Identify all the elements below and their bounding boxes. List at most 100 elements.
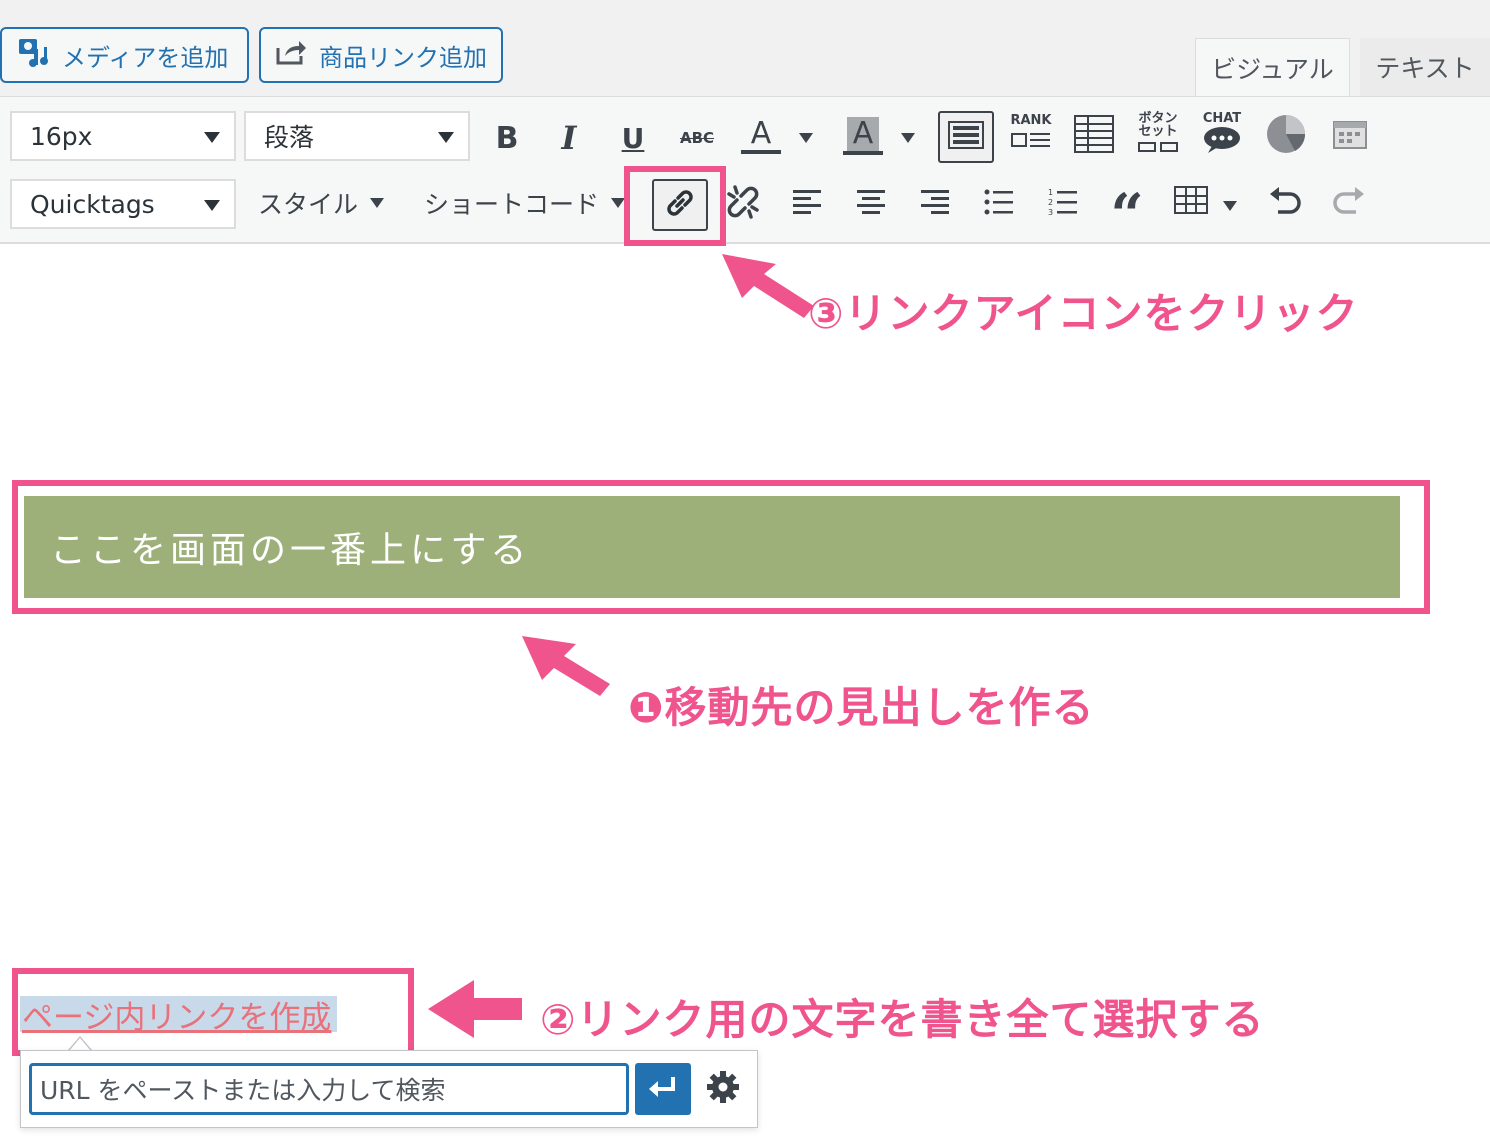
popup-pointer-inner [70,1038,90,1050]
pie-chart-icon [1265,113,1307,159]
svg-text:3: 3 [1048,208,1053,217]
chat-label: CHAT [1202,110,1242,126]
svg-text:1: 1 [1048,188,1053,197]
add-media-button[interactable]: メディアを追加 [0,27,249,83]
toolbar-toggle-button[interactable] [938,111,994,163]
bullet-list-button[interactable] [976,181,1022,227]
format-value: 段落 [264,123,315,152]
rank-label: RANK [1010,113,1052,128]
undo-icon [1268,186,1302,222]
heading-block[interactable]: ここを画面の一番上にする [24,496,1400,598]
keyboard-icon [948,120,984,154]
chevron-down-icon [1223,201,1237,211]
editor-toolbar: 16px 段落 B I U ABC A A RANK ボタン セット CHAT … [0,96,1490,244]
step2-annotation: ②リンク用の文字を書き全て選択する [540,995,1265,1044]
shortcode-menu[interactable]: ショートコード [424,185,626,221]
add-product-link-label: 商品リンク追加 [319,43,487,72]
step3-arrow-icon [718,250,818,326]
underline-icon: U [621,121,645,155]
table-list-button[interactable] [1070,113,1118,159]
apply-link-button[interactable] [635,1063,691,1115]
chevron-down-icon [370,198,385,208]
bullet-list-icon [984,188,1014,220]
quicktags-select[interactable]: Quicktags [10,179,236,229]
bg-color-dropdown[interactable] [888,115,928,161]
tab-text[interactable]: テキスト [1360,38,1490,96]
italic-icon: I [561,119,577,157]
strikethrough-icon: ABC [679,129,715,147]
style-menu-label: スタイル [258,190,359,219]
numbered-list-icon: 1 2 3 [1048,187,1078,221]
text-color-icon: A [750,116,772,151]
step1-arrow-icon [518,632,612,704]
style-menu[interactable]: スタイル [258,185,385,221]
rank-button[interactable]: RANK [1006,111,1056,157]
button-set-label-1: ボタン [1138,110,1178,126]
quote-icon: “ [1110,181,1144,249]
button-set-icon [1137,138,1179,157]
chevron-down-icon [438,132,454,143]
editor-top-bar: メディアを追加 商品リンク追加 ビジュアル テキスト [0,0,1490,96]
calendar-icon [1332,118,1368,154]
blockquote-button[interactable]: “ [1104,181,1150,244]
svg-text:2: 2 [1048,198,1053,207]
media-icon [16,35,50,75]
table-button[interactable] [1168,179,1214,225]
align-center-icon [856,188,886,220]
bold-icon: B [495,120,519,156]
table-list-icon [1073,114,1115,158]
button-set-button[interactable]: ボタン セット [1134,111,1182,157]
align-right-button[interactable] [912,181,958,227]
undo-button[interactable] [1262,181,1308,227]
font-size-value: 16px [30,121,93,151]
tab-visual-label: ビジュアル [1211,54,1334,84]
chevron-down-icon [204,200,220,211]
quicktags-value: Quicktags [30,189,155,219]
link-options-button[interactable] [701,1063,745,1115]
step1-annotation: ❶移動先の見出しを作る [628,683,1095,732]
bg-color-icon: A [846,117,880,151]
font-size-select[interactable]: 16px [10,111,236,161]
table-dropdown[interactable] [1210,183,1250,229]
chat-button[interactable]: CHAT [1196,111,1248,157]
align-left-button[interactable] [784,181,830,227]
text-color-dropdown[interactable] [786,115,826,161]
format-select[interactable]: 段落 [244,111,470,161]
chevron-down-icon [204,132,220,143]
shortcode-menu-label: ショートコード [424,190,600,219]
numbered-list-button[interactable]: 1 2 3 [1040,181,1086,227]
gear-icon [706,1070,740,1108]
align-right-icon [920,188,950,220]
tab-text-label: テキスト [1375,54,1475,83]
button-set-label-2: セット [1138,123,1178,139]
url-placeholder: URL をペーストまたは入力して検索 [40,1076,446,1105]
add-product-link-button[interactable]: 商品リンク追加 [259,27,503,83]
link-button-highlight [624,166,726,246]
bg-color-button[interactable]: A [840,113,886,159]
tab-visual[interactable]: ビジュアル [1195,38,1350,96]
chat-bubble-icon [1202,126,1242,158]
calendar-button[interactable] [1326,113,1374,159]
redo-button[interactable] [1326,181,1372,227]
text-color-swatch [741,150,781,154]
bold-button[interactable]: B [484,115,530,161]
pie-chart-button[interactable] [1262,113,1310,159]
redo-icon [1332,186,1366,222]
link-url-popup: URL をペーストまたは入力して検索 [20,1050,758,1128]
text-color-button[interactable]: A [738,113,784,159]
italic-button[interactable]: I [546,115,592,161]
chevron-down-icon [799,133,813,143]
chevron-down-icon [901,133,915,143]
unlink-button[interactable] [720,181,766,227]
url-search-input[interactable]: URL をペーストまたは入力して検索 [29,1063,629,1115]
enter-icon [647,1075,679,1103]
step2-arrow-icon [426,978,524,1044]
chevron-down-icon [611,198,626,208]
align-center-button[interactable] [848,181,894,227]
align-left-icon [792,188,822,220]
underline-button[interactable]: U [610,115,656,161]
add-media-label: メディアを追加 [62,43,229,72]
strikethrough-button[interactable]: ABC [674,115,720,161]
table-icon [1174,186,1208,218]
bg-color-swatch [843,151,883,155]
